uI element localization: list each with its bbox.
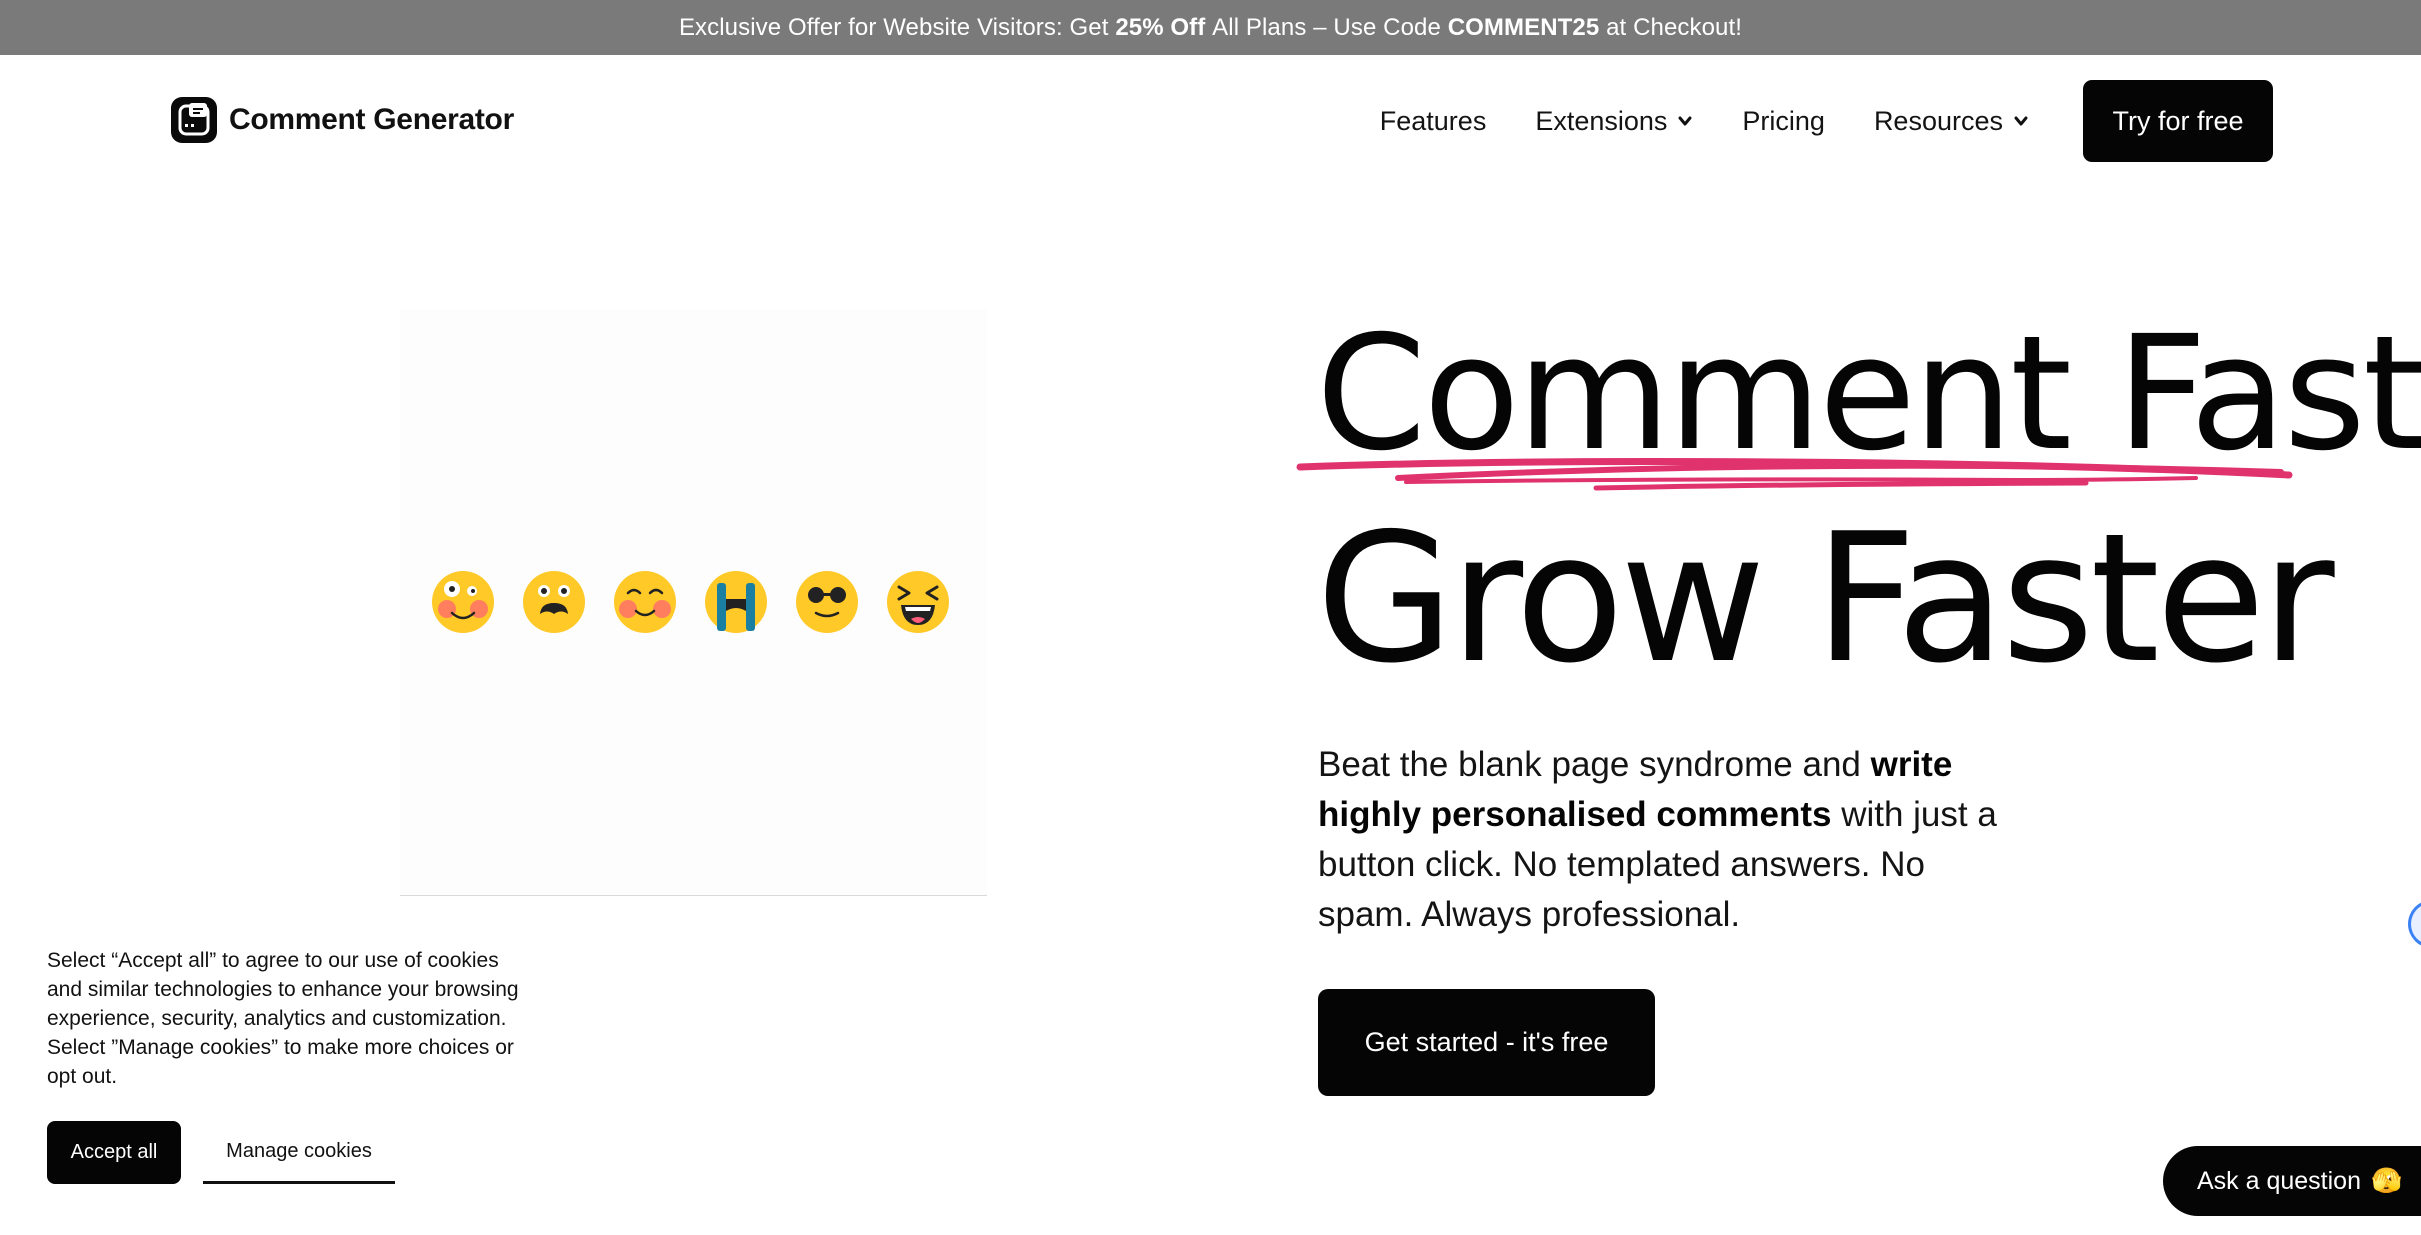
nav-features-label: Features [1379,105,1487,136]
comment-bubble-icon [171,97,217,143]
hero-animation [400,309,987,896]
crying-face-icon [705,571,767,633]
peeking-face-icon: 🫣 [2371,1166,2403,1195]
hero-desc-part1: Beat the blank page syndrome and [1318,745,1871,784]
laughing-face-icon [887,571,949,633]
promo-prefix: Exclusive Offer for Website Visitors: Ge… [678,13,1109,41]
hero-description: Beat the blank page syndrome and write h… [1318,740,2018,940]
nav-pricing-label: Pricing [1742,105,1825,136]
page: Exclusive Offer for Website Visitors: Ge… [0,0,2421,1235]
hero-heading-line2: Grow Faster [1316,495,2335,702]
cookie-consent-text: Select “Accept all” to agree to our use … [47,949,519,1088]
side-widget-tab[interactable] [2408,900,2421,948]
nav-extensions[interactable]: Extensions [1535,106,1693,137]
nav-extensions-label: Extensions [1535,105,1668,136]
goofy-face-icon [432,571,494,633]
manage-cookies-button[interactable]: Manage cookies [203,1121,395,1184]
ask-a-question-button[interactable]: Ask a question 🫣 [2163,1146,2421,1216]
chevron-down-icon [1678,116,1692,126]
promo-code: COMMENT25 [1447,13,1600,41]
scribble-underline [1296,458,2293,491]
main-nav: Features Extensions Pricing Resources Tr… [1380,80,2273,162]
promo-suffix: at Checkout! [1606,13,1743,41]
nav-resources-label: Resources [1873,105,2003,136]
blushing-face-icon [614,571,676,633]
nav-features[interactable]: Features [1380,106,1487,137]
sunglasses-face-icon [796,571,858,633]
emoji-row [430,569,951,635]
ask-a-question-label: Ask a question [2197,1166,2361,1195]
shocked-face-icon [523,571,585,633]
accept-all-cookies-button[interactable]: Accept all [47,1121,181,1184]
chevron-down-icon [2014,116,2028,126]
nav-pricing[interactable]: Pricing [1742,106,1825,137]
nav-resources[interactable]: Resources [1874,106,2029,137]
promo-middle: All Plans – Use Code [1212,13,1441,41]
brand-name: Comment Generator [229,103,514,136]
promo-banner[interactable]: Exclusive Offer for Website Visitors: Ge… [0,0,2421,55]
try-for-free-button[interactable]: Try for free [2083,80,2273,162]
get-started-button[interactable]: Get started - it's free [1318,989,1655,1096]
brand-logo[interactable]: Comment Generator [171,97,514,143]
promo-discount: 25% Off [1115,13,1206,41]
